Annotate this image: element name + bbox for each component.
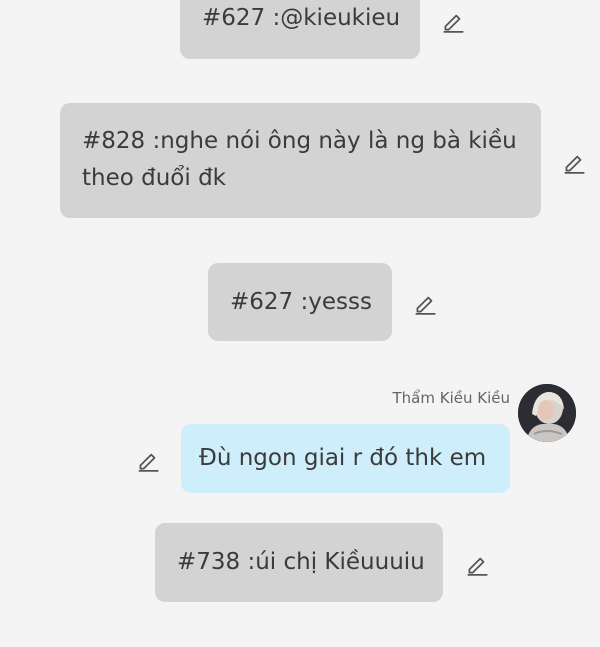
edit-icon[interactable] — [464, 551, 490, 577]
sender-name: Thẩm Kiều Kiều — [392, 389, 511, 407]
message-bubble[interactable]: #627 :@kieukieu — [180, 0, 420, 59]
user-avatar[interactable] — [518, 384, 576, 442]
message-text: #738 :úi chị Kiềuuuiu — [177, 549, 425, 575]
message-text: Đù ngon giai r đó thk em — [199, 445, 487, 471]
message-text: #627 :@kieukieu — [202, 5, 401, 31]
message-text: #828 :nghe nói ông này là ng bà kiều the… — [82, 128, 517, 191]
message-bubble[interactable]: #627 :yesss — [208, 263, 392, 341]
message-bubble[interactable]: #738 :úi chị Kiềuuuiu — [155, 523, 443, 602]
edit-icon[interactable] — [440, 8, 466, 34]
message-bubble[interactable]: Đù ngon giai r đó thk em — [181, 424, 510, 493]
edit-icon[interactable] — [135, 447, 161, 473]
message-bubble[interactable]: #828 :nghe nói ông này là ng bà kiều the… — [60, 103, 541, 218]
chat-thread: #627 :@kieukieu #828 :nghe nói ông này l… — [0, 0, 600, 647]
message-text: #627 :yesss — [230, 289, 372, 315]
edit-icon[interactable] — [412, 290, 438, 316]
edit-icon[interactable] — [561, 149, 587, 175]
